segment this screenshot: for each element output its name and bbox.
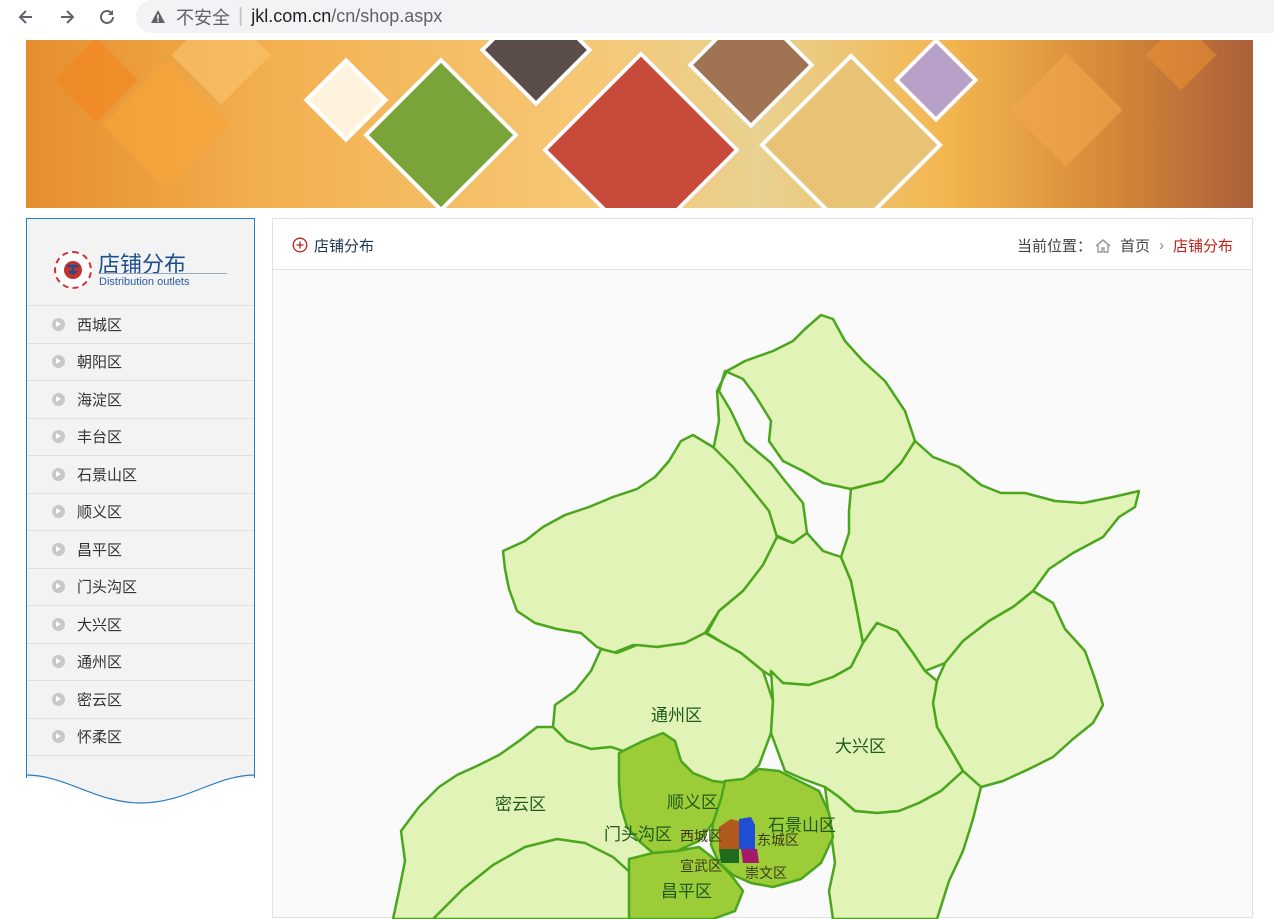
address-separator: | — [238, 5, 244, 27]
url-host: jkl.com.cn — [251, 6, 332, 26]
header-banner — [26, 40, 1253, 208]
breadcrumb-home[interactable]: 首页 — [1120, 235, 1150, 256]
sidebar-item-label: 昌平区 — [77, 541, 123, 559]
sidebar-item-label: 门头沟区 — [77, 579, 138, 597]
sidebar-item-shunyi[interactable]: 顺义区 — [27, 494, 254, 531]
sidebar-item-haidian[interactable]: 海淀区 — [27, 381, 254, 419]
forward-icon[interactable] — [53, 3, 81, 31]
warning-icon — [151, 9, 165, 23]
sidebar-item-label: 海淀区 — [77, 391, 123, 409]
map-label-mentougou[interactable]: 门头沟区 — [604, 825, 672, 844]
sidebar-item-daxing[interactable]: 大兴区 — [27, 606, 254, 644]
sidebar-header: 店铺分布 Distribution outlets — [27, 219, 254, 306]
main-panel: 店铺分布 当前位置： 首页 › 店铺分布 通州区 大兴区 密云区 顺义区 门头沟… — [272, 218, 1253, 919]
sidebar-item-chaoyang[interactable]: 朝阳区 — [27, 344, 254, 381]
map-label-xuanwu[interactable]: 宣武区 — [680, 858, 722, 874]
arrow-circle-icon — [52, 317, 65, 331]
map-label-chongwen[interactable]: 崇文区 — [745, 865, 787, 881]
arrow-circle-icon — [52, 692, 65, 706]
panel-title: 店铺分布 — [314, 238, 375, 255]
sidebar: 店铺分布 Distribution outlets 西城区 朝阳区 海淀区 丰台… — [26, 218, 255, 778]
map-region-dongcheng — [739, 817, 755, 849]
address-bar[interactable]: 不安全 | jkl.com.cn/cn/shop.aspx — [136, 0, 1274, 33]
sidebar-item-miyun[interactable]: 密云区 — [27, 681, 254, 719]
sidebar-item-label: 朝阳区 — [77, 354, 123, 372]
arrow-circle-icon — [52, 730, 65, 744]
panel-header: 店铺分布 当前位置： 首页 › 店铺分布 — [273, 219, 1252, 270]
arrow-circle-icon — [52, 467, 65, 481]
arrow-circle-icon — [52, 392, 65, 406]
arrow-circle-icon — [52, 580, 65, 594]
sidebar-item-xicheng[interactable]: 西城区 — [27, 306, 254, 344]
map-label-tongzhou[interactable]: 通州区 — [651, 706, 702, 725]
sidebar-subtitle: Distribution outlets — [99, 276, 190, 288]
sidebar-item-shijingshan[interactable]: 石景山区 — [27, 456, 254, 494]
arrow-circle-icon — [52, 355, 65, 369]
back-icon[interactable] — [12, 3, 40, 31]
sidebar-item-label: 顺义区 — [77, 504, 123, 522]
arrow-circle-icon — [52, 617, 65, 631]
sidebar-item-label: 石景山区 — [77, 466, 138, 484]
breadcrumb-label: 当前位置： — [1016, 238, 1092, 255]
sidebar-title-underline — [99, 273, 227, 274]
map-label-changping[interactable]: 昌平区 — [661, 882, 712, 901]
map-region-chongwen — [741, 849, 759, 863]
sidebar-item-label: 西城区 — [77, 316, 123, 334]
map-label-daxing[interactable]: 大兴区 — [835, 737, 886, 756]
sidebar-item-label: 丰台区 — [77, 429, 123, 447]
plus-circle-icon — [292, 237, 308, 253]
home-icon — [1095, 238, 1111, 253]
beijing-district-map: 通州区 大兴区 密云区 顺义区 门头沟区 石景山区 昌平区 西城区 东城区 宣武… — [391, 313, 1141, 919]
sidebar-title: 店铺分布 — [98, 252, 187, 277]
browser-toolbar: 不安全 | jkl.com.cn/cn/shop.aspx — [0, 0, 1274, 34]
map-label-shunyi[interactable]: 顺义区 — [667, 793, 718, 812]
map-region-xuanwu — [719, 849, 739, 863]
url-path: /cn/shop.aspx — [331, 6, 443, 26]
sidebar-item-label: 怀柔区 — [77, 729, 123, 747]
sidebar-item-label: 密云区 — [77, 691, 123, 709]
sidebar-item-label: 通州区 — [77, 654, 123, 672]
map-label-dongcheng[interactable]: 东城区 — [757, 832, 799, 848]
security-status[interactable]: 不安全 — [176, 4, 230, 30]
arrow-circle-icon — [52, 542, 65, 556]
sidebar-item-mentougou[interactable]: 门头沟区 — [27, 569, 254, 606]
sidebar-item-tongzhou[interactable]: 通州区 — [27, 644, 254, 681]
map-label-miyun[interactable]: 密云区 — [495, 795, 546, 814]
breadcrumb: 当前位置： 首页 › 店铺分布 — [1017, 235, 1233, 256]
sidebar-wave-bottom — [26, 770, 255, 804]
sidebar-item-changping[interactable]: 昌平区 — [27, 531, 254, 569]
map-label-xicheng[interactable]: 西城区 — [680, 828, 722, 844]
breadcrumb-current: 店铺分布 — [1172, 238, 1233, 255]
sidebar-item-label: 大兴区 — [77, 616, 123, 634]
company-logo-icon — [54, 251, 92, 289]
arrow-circle-icon — [52, 655, 65, 669]
arrow-circle-icon — [52, 430, 65, 444]
sidebar-item-huairou[interactable]: 怀柔区 — [27, 719, 254, 756]
district-list: 西城区 朝阳区 海淀区 丰台区 石景山区 顺义区 昌平区 门头沟区 大兴区 通州… — [27, 306, 254, 756]
arrow-circle-icon — [52, 505, 65, 519]
reload-icon[interactable] — [93, 3, 121, 31]
sidebar-item-fengtai[interactable]: 丰台区 — [27, 419, 254, 456]
chevron-right-icon: › — [1158, 237, 1164, 254]
